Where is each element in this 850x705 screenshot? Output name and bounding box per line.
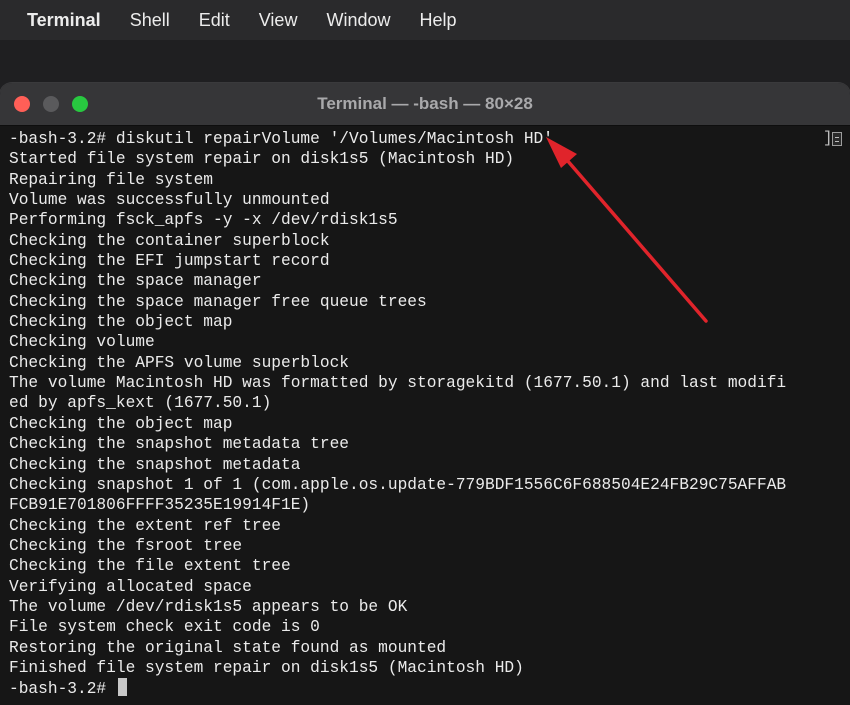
terminal-line: Checking the APFS volume superblock <box>9 353 349 372</box>
terminal-line: Checking the space manager <box>9 272 262 291</box>
terminal-line: Started file system repair on disk1s5 (M… <box>9 150 515 169</box>
terminal-window: Terminal — -bash — 80×28 ] -bash-3.2# di… <box>0 83 850 705</box>
terminal-line: Checking the EFI jumpstart record <box>9 252 330 271</box>
terminal-line: Repairing file system <box>9 170 213 189</box>
menu-shell[interactable]: Shell <box>130 10 170 31</box>
terminal-line: Checking the container superblock <box>9 231 330 250</box>
terminal-line: -bash-3.2# diskutil repairVolume '/Volum… <box>9 130 553 148</box>
terminal-line: Checking the extent ref tree <box>9 516 281 535</box>
terminal-line: FCB91E701806FFFF35235E19914F1E) <box>9 496 311 515</box>
terminal-line: Performing fsck_apfs -y -x /dev/rdisk1s5 <box>9 211 398 230</box>
close-button[interactable] <box>14 96 30 112</box>
terminal-line: The volume Macintosh HD was formatted by… <box>9 374 787 393</box>
terminal-line: Checking the object map <box>9 414 233 433</box>
terminal-line: Volume was successfully unmounted <box>9 191 330 210</box>
menu-window[interactable]: Window <box>326 10 390 31</box>
minimize-button[interactable] <box>43 96 59 112</box>
terminal-line: Checking the snapshot metadata tree <box>9 435 349 454</box>
zoom-button[interactable] <box>72 96 88 112</box>
terminal-line: Finished file system repair on disk1s5 (… <box>9 658 524 677</box>
terminal-line: Checking the file extent tree <box>9 557 291 576</box>
terminal-line: ed by apfs_kext (1677.50.1) <box>9 394 272 413</box>
terminal-line: Checking the fsroot tree <box>9 536 243 555</box>
scroll-indicator-icon[interactable] <box>832 132 842 146</box>
text-cursor <box>117 678 127 697</box>
terminal-output: -bash-3.2# diskutil repairVolume '/Volum… <box>9 129 786 699</box>
terminal-line: Checking volume <box>9 333 155 352</box>
terminal-line: File system check exit code is 0 <box>9 618 320 637</box>
terminal-prompt-line[interactable]: -bash-3.2# <box>9 678 786 698</box>
terminal-line: Checking the snapshot metadata <box>9 455 301 474</box>
shell-prompt: -bash-3.2# <box>9 680 116 699</box>
terminal-line: Checking the object map <box>9 313 233 332</box>
window-titlebar[interactable]: Terminal — -bash — 80×28 <box>0 83 850 126</box>
terminal-line: The volume /dev/rdisk1s5 appears to be O… <box>9 597 408 616</box>
terminal-line: Verifying allocated space <box>9 577 252 596</box>
menu-bar: Terminal Shell Edit View Window Help <box>0 0 850 40</box>
menu-help[interactable]: Help <box>419 10 456 31</box>
terminal-line: Restoring the original state found as mo… <box>9 638 447 657</box>
window-title: Terminal — -bash — 80×28 <box>317 94 533 113</box>
terminal-line: Checking snapshot 1 of 1 (com.apple.os.u… <box>9 475 787 494</box>
menu-app-terminal[interactable]: Terminal <box>27 10 101 31</box>
terminal-line: Checking the space manager free queue tr… <box>9 292 427 311</box>
menu-view[interactable]: View <box>259 10 298 31</box>
menu-edit[interactable]: Edit <box>199 10 230 31</box>
terminal-content[interactable]: ] -bash-3.2# diskutil repairVolume '/Vol… <box>0 126 850 705</box>
